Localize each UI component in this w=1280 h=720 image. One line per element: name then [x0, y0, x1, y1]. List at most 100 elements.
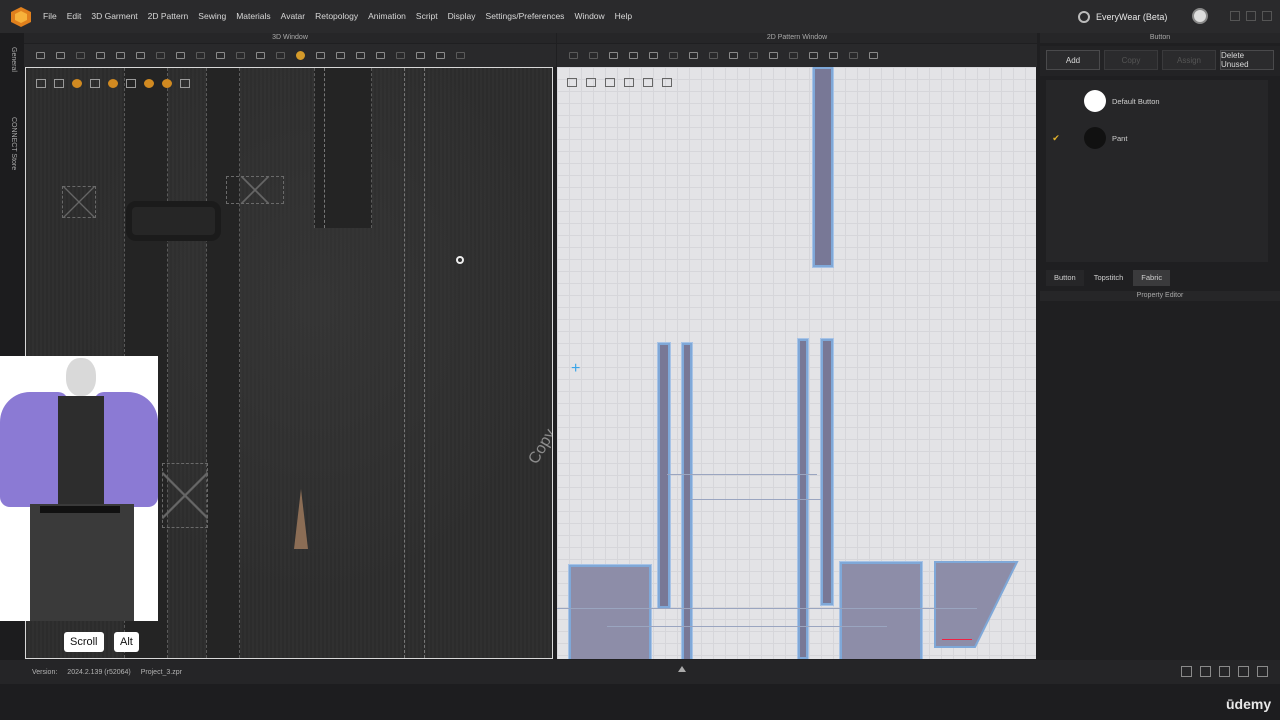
maximize-icon[interactable] [1246, 11, 1256, 21]
select-tool-icon[interactable] [32, 49, 48, 63]
pattern-piece-strap-2[interactable] [682, 343, 692, 659]
transform-tool-icon[interactable] [72, 49, 88, 63]
align-icon[interactable] [825, 49, 841, 63]
trace-icon[interactable] [705, 49, 721, 63]
pen-tool-icon[interactable] [432, 49, 448, 63]
grade-icon[interactable] [845, 49, 861, 63]
menu-animation[interactable]: Animation [363, 0, 411, 33]
tape-tool-icon[interactable] [392, 49, 408, 63]
garment-view-icon[interactable] [52, 76, 66, 90]
rectangle-icon[interactable] [605, 49, 621, 63]
avatar-show-icon[interactable] [88, 76, 102, 90]
menu-display[interactable]: Display [443, 0, 481, 33]
fold-tool-icon[interactable] [152, 49, 168, 63]
export-icon[interactable] [178, 76, 192, 90]
2d-pattern-viewport[interactable]: + [557, 67, 1036, 659]
menu-sewing[interactable]: Sewing [193, 0, 231, 33]
layout-icon-1[interactable] [1181, 666, 1192, 677]
move-tool-icon[interactable] [52, 49, 68, 63]
add-button[interactable]: Add [1046, 50, 1100, 70]
menu-3d-garment[interactable]: 3D Garment [86, 0, 142, 33]
pattern-piece-pocket-2[interactable] [840, 562, 922, 659]
fit-tool-icon[interactable] [272, 49, 288, 63]
layout-icon-4[interactable] [1238, 666, 1249, 677]
pin-tool-icon[interactable] [112, 49, 128, 63]
seam-tool-icon[interactable] [192, 49, 208, 63]
user-account-icon[interactable] [1192, 8, 1208, 24]
everywear-brand[interactable]: EveryWear (Beta) [1078, 0, 1167, 33]
menu-materials[interactable]: Materials [231, 0, 275, 33]
free-sew-icon[interactable] [745, 49, 761, 63]
list-item[interactable]: Default Button [1046, 86, 1268, 116]
menu-settings-preferences[interactable]: Settings/Preferences [481, 0, 570, 33]
minimize-icon[interactable] [1230, 11, 1240, 21]
texture-view-icon[interactable] [70, 76, 84, 90]
garment-tool-icon[interactable] [132, 49, 148, 63]
measure-tool-icon[interactable] [232, 49, 248, 63]
tab-button[interactable]: Button [1046, 270, 1084, 286]
grain-icon[interactable] [805, 49, 821, 63]
texture-edit-icon[interactable] [785, 49, 801, 63]
menu-retopology[interactable]: Retopology [310, 0, 363, 33]
internal-line-icon[interactable] [645, 49, 661, 63]
export-pattern-icon[interactable] [660, 75, 674, 89]
edit-pattern-icon[interactable] [585, 49, 601, 63]
trim-tool-icon[interactable] [252, 49, 268, 63]
assign-button[interactable]: Assign [1162, 50, 1216, 70]
copy-layer-icon[interactable] [641, 75, 655, 89]
tab-general[interactable]: General [10, 47, 17, 72]
layout-icon-2[interactable] [1200, 666, 1211, 677]
dart-icon[interactable] [685, 49, 701, 63]
menu-edit[interactable]: Edit [62, 0, 87, 33]
app-logo-icon[interactable] [10, 6, 32, 28]
avatar-view-icon[interactable] [34, 76, 48, 90]
delete-unused-button[interactable]: Delete Unused [1220, 50, 1274, 70]
eraser-icon[interactable] [584, 75, 598, 89]
menu-help[interactable]: Help [610, 0, 637, 33]
environment-icon[interactable] [160, 76, 174, 90]
menu-2d-pattern[interactable]: 2D Pattern [143, 0, 194, 33]
zipper-tool-icon[interactable] [312, 49, 328, 63]
transform-pattern-icon[interactable] [565, 49, 581, 63]
layout-icon-5[interactable] [1257, 666, 1268, 677]
layout-icon-3[interactable] [1219, 666, 1230, 677]
pattern-piece-flap[interactable] [933, 561, 1019, 651]
puckering-tool-icon[interactable] [372, 49, 388, 63]
menu-file[interactable]: File [38, 0, 62, 33]
rib-tool-icon[interactable] [332, 49, 348, 63]
button-tool-icon[interactable] [292, 49, 308, 63]
expand-arrow-icon[interactable] [678, 666, 686, 672]
pattern-piece-strap-top[interactable] [813, 67, 833, 267]
menu-avatar[interactable]: Avatar [276, 0, 310, 33]
pattern-piece-strap-4[interactable] [821, 339, 833, 605]
copy-button[interactable]: Copy [1104, 50, 1158, 70]
arrangement-icon[interactable] [124, 76, 138, 90]
brush-tool-icon[interactable] [452, 49, 468, 63]
pattern-piece-strap-1[interactable] [658, 343, 670, 608]
light-icon[interactable] [142, 76, 156, 90]
close-icon[interactable] [1262, 11, 1272, 21]
stitch-tool-icon[interactable] [212, 49, 228, 63]
menu-script[interactable]: Script [411, 0, 443, 33]
tab-fabric[interactable]: Fabric [1133, 270, 1171, 286]
segment-sew-icon[interactable] [725, 49, 741, 63]
tab-connect-store[interactable]: CONNECT Store [10, 117, 17, 170]
tab-topstitch[interactable]: Topstitch [1086, 270, 1132, 286]
elastic-tool-icon[interactable] [352, 49, 368, 63]
pattern-piece-pocket-1[interactable] [569, 565, 651, 659]
lift-tool-icon[interactable] [172, 49, 188, 63]
list-item[interactable]: ✔ Pant [1046, 123, 1268, 153]
brush-icon[interactable] [565, 75, 579, 89]
render-view-icon[interactable] [106, 76, 120, 90]
brand-label: EveryWear (Beta) [1096, 11, 1168, 22]
symmetry-icon[interactable] [865, 49, 881, 63]
polygon-icon[interactable] [625, 49, 641, 63]
tuck-icon[interactable] [765, 49, 781, 63]
curve-icon[interactable] [665, 49, 681, 63]
menu-window[interactable]: Window [569, 0, 609, 33]
tack-tool-icon[interactable] [92, 49, 108, 63]
scroll-key: Scroll [64, 632, 104, 652]
line-tool-icon[interactable] [412, 49, 428, 63]
color-icon[interactable] [603, 75, 617, 89]
layer-icon[interactable] [622, 75, 636, 89]
